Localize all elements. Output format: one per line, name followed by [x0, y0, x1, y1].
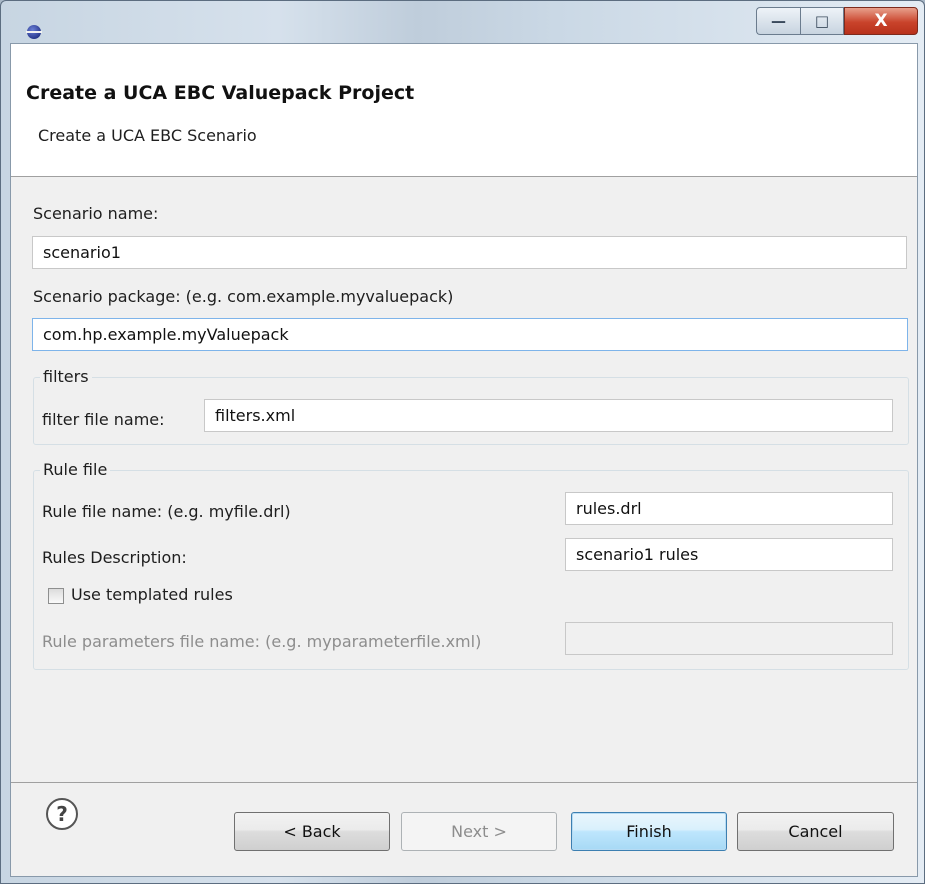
title-bar[interactable]: — □ X: [1, 1, 924, 43]
dialog-client-area: Create a UCA EBC Valuepack Project Creat…: [10, 43, 918, 877]
rule-parameters-label: Rule parameters file name: (e.g. myparam…: [42, 632, 482, 651]
rule-file-name-label: Rule file name: (e.g. myfile.drl): [42, 502, 291, 521]
footer-separator: [11, 782, 917, 783]
close-icon: X: [874, 11, 888, 31]
eclipse-app-icon: [26, 25, 42, 39]
wizard-title: Create a UCA EBC Valuepack Project: [26, 82, 415, 104]
rule-parameters-input[interactable]: [565, 622, 893, 655]
cancel-button[interactable]: Cancel: [737, 812, 894, 851]
rule-file-group-legend: Rule file: [40, 460, 111, 479]
maximize-button[interactable]: □: [800, 7, 844, 35]
rule-file-name-input[interactable]: [565, 492, 893, 525]
help-icon[interactable]: ?: [46, 798, 78, 830]
filters-group-legend: filters: [40, 367, 92, 386]
scenario-name-input[interactable]: [32, 236, 907, 269]
filter-file-name-input[interactable]: [204, 399, 893, 432]
rules-description-label: Rules Description:: [42, 548, 187, 567]
finish-button[interactable]: Finish: [571, 812, 727, 851]
scenario-name-label: Scenario name:: [33, 204, 159, 223]
maximize-icon: □: [814, 12, 830, 30]
next-button[interactable]: Next >: [401, 812, 557, 851]
minimize-button[interactable]: —: [756, 7, 800, 35]
close-button[interactable]: X: [844, 7, 918, 35]
minimize-icon: —: [771, 12, 786, 30]
rules-description-input[interactable]: [565, 538, 893, 571]
wizard-subtitle: Create a UCA EBC Scenario: [38, 126, 257, 145]
wizard-banner: Create a UCA EBC Valuepack Project Creat…: [11, 44, 917, 177]
use-templated-rules-label[interactable]: Use templated rules: [71, 585, 233, 604]
scenario-package-input[interactable]: [32, 318, 908, 351]
filter-file-name-label: filter file name:: [42, 410, 165, 429]
use-templated-rules-checkbox[interactable]: [48, 588, 64, 604]
scenario-package-label: Scenario package: (e.g. com.example.myva…: [33, 287, 454, 306]
window-controls: — □ X: [756, 7, 918, 35]
wizard-window: — □ X Create a UCA EBC Valuepack Project…: [0, 0, 925, 884]
back-button[interactable]: < Back: [234, 812, 390, 851]
